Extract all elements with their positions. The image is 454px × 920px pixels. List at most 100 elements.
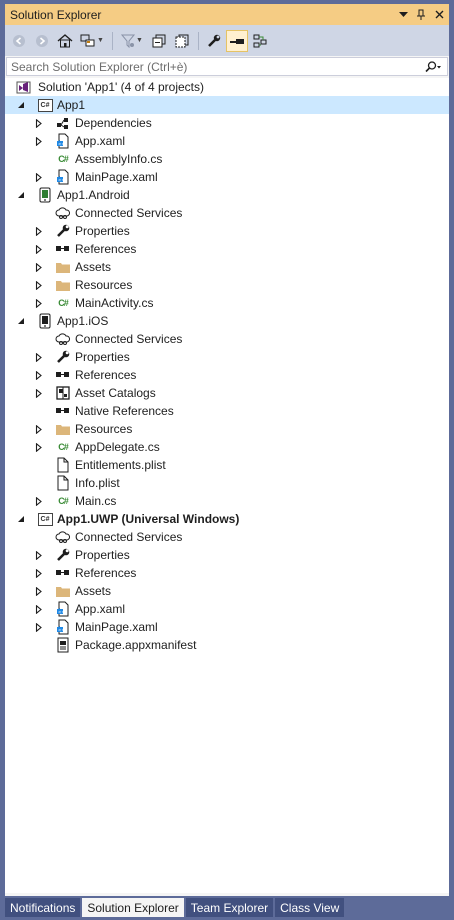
csharp-file-icon: C# [58,496,68,506]
expanded-arrow-icon[interactable] [16,316,26,326]
tab-solution-explorer[interactable]: Solution Explorer [82,898,184,917]
tree-item[interactable]: <> App.xaml [5,132,449,150]
tree-item[interactable]: Connected Services [5,330,449,348]
svg-text:<>: <> [58,177,65,182]
tree-item[interactable]: Resources [5,420,449,438]
switch-views-icon[interactable]: ▼ [77,30,107,52]
search-icon[interactable] [419,60,447,73]
expanded-arrow-icon[interactable] [16,100,26,110]
expanded-arrow-icon[interactable] [16,514,26,524]
home-icon[interactable] [54,30,76,52]
tree-item[interactable]: Assets [5,258,449,276]
tree-item-label: Info.plist [75,476,120,490]
pin-icon[interactable] [413,7,429,23]
collapsed-arrow-icon[interactable] [34,622,44,632]
solution-node[interactable]: Solution 'App1' (4 of 4 projects) [5,78,449,96]
toolbar: ▼ ▼ [5,25,449,56]
tree-item[interactable]: References [5,564,449,582]
sync-with-active-document-icon[interactable] [249,30,271,52]
tab-class-view[interactable]: Class View [275,898,345,917]
search-input[interactable]: Search Solution Explorer (Ctrl+è) [7,60,419,74]
title-bar[interactable]: Solution Explorer [5,4,449,25]
tree-item[interactable]: Native References [5,402,449,420]
tree-item[interactable]: <> MainPage.xaml [5,168,449,186]
xaml-file-icon: <> [55,619,71,635]
references-icon [55,403,71,419]
tree-item[interactable]: Properties [5,222,449,240]
tree-item[interactable]: Info.plist [5,474,449,492]
tree-item[interactable]: Entitlements.plist [5,456,449,474]
collapsed-arrow-icon[interactable] [34,226,44,236]
tree-item-label: MainPage.xaml [75,620,158,634]
pending-changes-filter-icon[interactable]: ▼ [117,30,147,52]
project-node[interactable]: C# App1 [5,96,449,114]
collapsed-arrow-icon[interactable] [34,424,44,434]
tree-item-label: Dependencies [75,116,152,130]
tree-item[interactable]: References [5,366,449,384]
tree-item[interactable]: Connected Services [5,204,449,222]
tree-item-label: Properties [75,548,130,562]
project-node[interactable]: C# App1.UWP (Universal Windows) [5,510,449,528]
tree-item[interactable]: Connected Services [5,528,449,546]
tree-item[interactable]: C# Main.cs [5,492,449,510]
visual-studio-solution-icon [16,79,32,95]
tree-item[interactable]: C# MainActivity.cs [5,294,449,312]
back-icon[interactable] [8,30,30,52]
tab-team-explorer[interactable]: Team Explorer [185,898,274,917]
collapse-all-icon[interactable] [148,30,170,52]
dropdown-arrow-icon[interactable] [395,7,411,23]
tree-item[interactable]: C# AppDelegate.cs [5,438,449,456]
show-all-files-icon[interactable] [171,30,193,52]
collapsed-arrow-icon[interactable] [34,388,44,398]
collapsed-arrow-icon[interactable] [34,370,44,380]
close-icon[interactable] [431,7,447,23]
collapsed-arrow-icon[interactable] [34,568,44,578]
collapsed-arrow-icon[interactable] [34,586,44,596]
tree-item[interactable]: Dependencies [5,114,449,132]
xaml-file-icon: <> [55,601,71,617]
collapsed-arrow-icon[interactable] [34,352,44,362]
project-node[interactable]: App1.iOS [5,312,449,330]
folder-icon [55,277,71,293]
references-icon [55,367,71,383]
collapsed-arrow-icon[interactable] [34,136,44,146]
tree-item[interactable]: Properties [5,546,449,564]
tree-item-label: AssemblyInfo.cs [75,152,163,166]
collapsed-arrow-icon[interactable] [34,442,44,452]
tree-item-label: MainActivity.cs [75,296,154,310]
collapsed-arrow-icon[interactable] [34,298,44,308]
tree-item-label: App1.iOS [57,314,109,328]
tree-item[interactable]: Resources [5,276,449,294]
tree-item[interactable]: Assets [5,582,449,600]
tree-item[interactable]: Asset Catalogs [5,384,449,402]
tree-items: C# App1 Dependencies <> App.xaml C# AssemblyIn… [5,96,449,654]
solution-tree: Solution 'App1' (4 of 4 projects) C# App1… [5,78,449,893]
tree-item[interactable]: Package.appxmanifest [5,636,449,654]
preview-selected-items-icon[interactable] [226,29,248,52]
svg-text:<>: <> [58,141,65,146]
folder-icon [55,421,71,437]
properties-icon[interactable] [203,30,225,52]
expanded-arrow-icon[interactable] [16,190,26,200]
collapsed-arrow-icon[interactable] [34,280,44,290]
collapsed-arrow-icon[interactable] [34,118,44,128]
tree-item[interactable]: <> MainPage.xaml [5,618,449,636]
file-icon [55,457,71,473]
bottom-tab-strip: Notifications Solution Explorer Team Exp… [5,898,346,917]
project-node[interactable]: App1.Android [5,186,449,204]
collapsed-arrow-icon[interactable] [34,604,44,614]
tree-item[interactable]: <> App.xaml [5,600,449,618]
forward-icon[interactable] [31,30,53,52]
collapsed-arrow-icon[interactable] [34,262,44,272]
tree-item[interactable]: C# AssemblyInfo.cs [5,150,449,168]
tree-item[interactable]: References [5,240,449,258]
search-box[interactable]: Search Solution Explorer (Ctrl+è) [6,57,448,76]
tree-item[interactable]: Properties [5,348,449,366]
collapsed-arrow-icon[interactable] [34,244,44,254]
toolbar-separator [112,31,113,50]
collapsed-arrow-icon[interactable] [34,172,44,182]
collapsed-arrow-icon[interactable] [34,496,44,506]
tree-item-label: App1.Android [57,188,130,202]
tab-notifications[interactable]: Notifications [5,898,81,917]
collapsed-arrow-icon[interactable] [34,550,44,560]
